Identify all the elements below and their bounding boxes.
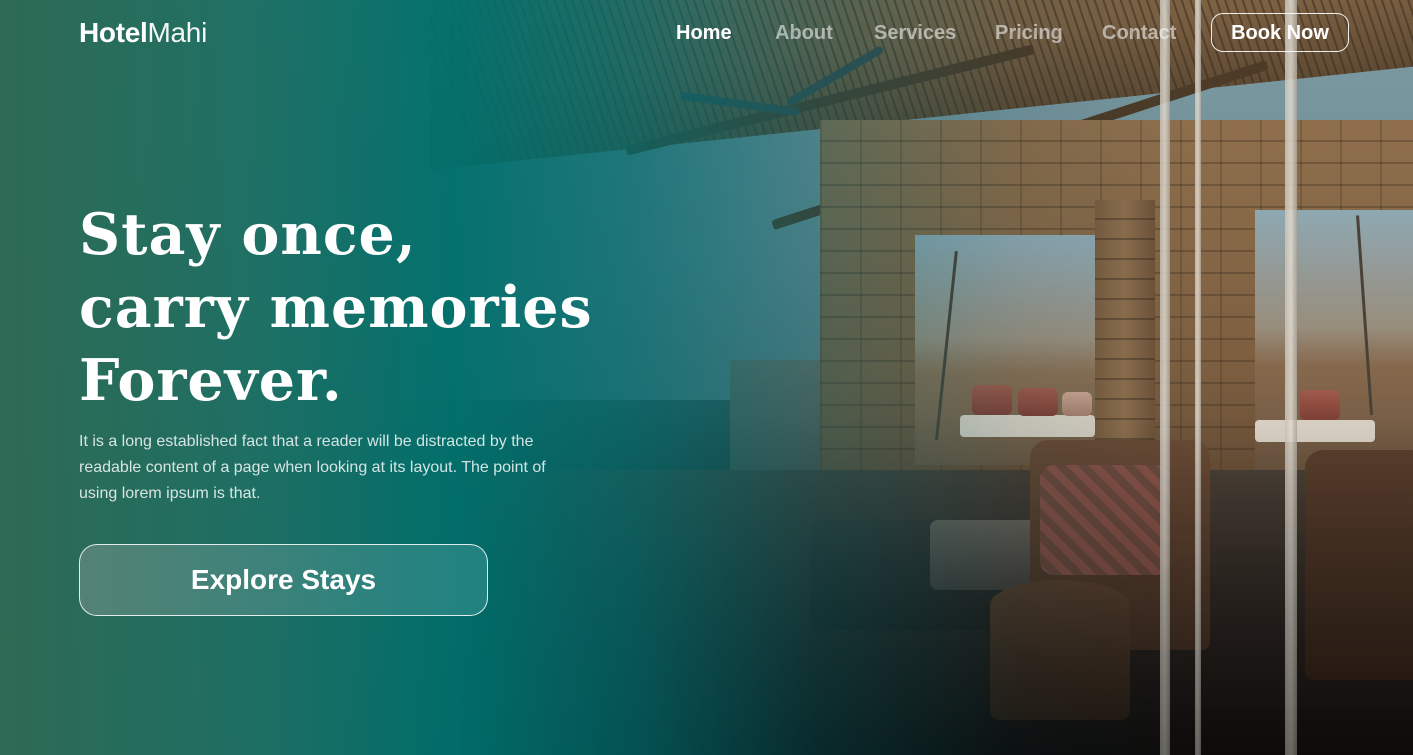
brand-name-bold: Hotel [79,17,148,48]
brand-name-light: Mahi [147,17,208,48]
book-now-button[interactable]: Book Now [1211,13,1349,52]
hero-headline: Stay once, carry memories Forever. [79,198,593,417]
nav-link-home[interactable]: Home [676,21,732,45]
headline-line-1: Stay once, [79,201,417,268]
headline-line-3: Forever. [79,347,343,414]
headline-line-2: carry memories [79,274,593,341]
explore-stays-button[interactable]: Explore Stays [79,544,488,616]
navbar: HotelMahi Home About Services Pricing Co… [0,0,1413,66]
brand-logo[interactable]: HotelMahi [79,16,207,50]
hero-section: HotelMahi Home About Services Pricing Co… [0,0,1413,755]
nav-link-about[interactable]: About [775,21,833,45]
hero-description: It is a long established fact that a rea… [79,433,546,502]
nav-link-pricing[interactable]: Pricing [995,21,1063,45]
nav-link-services[interactable]: Services [874,21,956,45]
nav-link-contact[interactable]: Contact [1102,21,1176,45]
